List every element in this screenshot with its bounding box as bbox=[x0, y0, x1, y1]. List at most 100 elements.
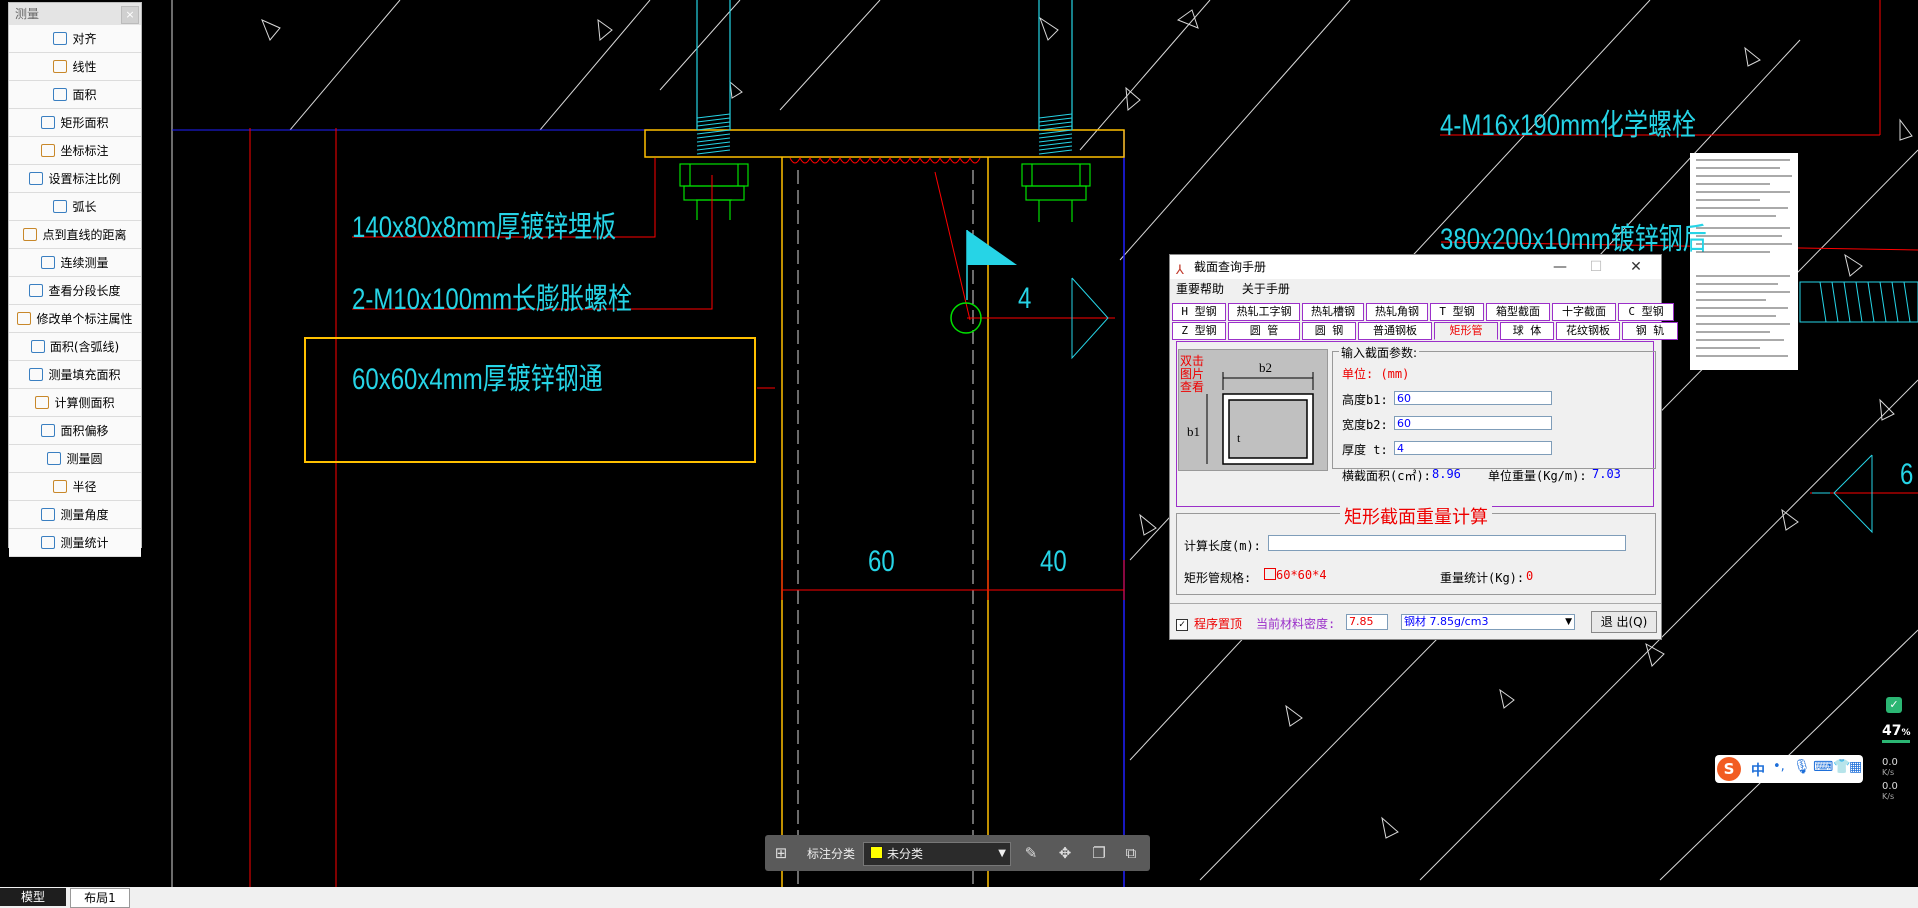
exit-button[interactable]: 退 出(Q) bbox=[1591, 611, 1657, 633]
net-bar bbox=[1882, 740, 1910, 743]
toolbox-icon[interactable]: ▦ bbox=[1849, 759, 1862, 775]
measure-item[interactable]: 测量统计 bbox=[9, 529, 141, 557]
dimension-60-label[interactable]: 60 bbox=[868, 545, 895, 579]
material-select[interactable]: 钢材 7.85g/cm3 ▼ bbox=[1401, 614, 1575, 630]
measure-item[interactable]: 测量角度 bbox=[9, 501, 141, 529]
section-tab[interactable]: T 型钢 bbox=[1430, 303, 1484, 321]
measure-item-label: 修改单个标注属性 bbox=[36, 312, 133, 326]
measure-item[interactable]: 面积偏移 bbox=[9, 417, 141, 445]
width-label: 宽度b2: bbox=[1342, 418, 1388, 432]
measure-item[interactable]: 修改单个标注属性 bbox=[9, 305, 141, 333]
measure-item-label: 半径 bbox=[72, 480, 97, 494]
sogou-logo-icon[interactable]: S bbox=[1717, 757, 1741, 781]
grid-icon[interactable]: ⊞ bbox=[771, 843, 791, 863]
angle-icon bbox=[41, 508, 56, 521]
punct-icon[interactable]: •, bbox=[1773, 759, 1785, 774]
measure-item[interactable]: 面积 bbox=[9, 81, 141, 109]
section-tab[interactable]: C 型钢 bbox=[1618, 303, 1674, 321]
spec-text: 60*60*4 bbox=[1276, 568, 1327, 582]
category-select[interactable]: 未分类 ▼ bbox=[863, 842, 1011, 866]
expansion-bolt-label[interactable]: 2-M10x100mm长膨胀螺栓 bbox=[352, 274, 632, 318]
dimension-40-label[interactable]: 40 bbox=[1040, 545, 1067, 579]
pin-label: 程序置顶 bbox=[1194, 617, 1243, 631]
measure-panel-title: 测量 bbox=[15, 7, 40, 21]
measure-item[interactable]: 测量圆 bbox=[9, 445, 141, 473]
params-title: 输入截面参数: bbox=[1339, 344, 1420, 361]
measure-item[interactable]: 线性 bbox=[9, 53, 141, 81]
checkmark-icon: ✓ bbox=[1176, 619, 1188, 631]
measure-item[interactable]: 查看分段长度 bbox=[9, 277, 141, 305]
measure-item-label: 面积 bbox=[72, 88, 97, 102]
total-label: 重量统计(Kg): bbox=[1440, 571, 1525, 585]
height-input[interactable]: 60 bbox=[1394, 391, 1552, 405]
measure-item[interactable]: 坐标标注 bbox=[9, 137, 141, 165]
measure-item[interactable]: 对齐 bbox=[9, 25, 141, 53]
measure-item[interactable]: 半径 bbox=[9, 473, 141, 501]
tab-row-2: Z 型钢圆 管圆 钢普通钢板 矩形管球 体花纹钢板钢 轨 bbox=[1172, 322, 1680, 340]
section-tab[interactable]: 圆 钢 bbox=[1302, 322, 1356, 340]
density-input[interactable]: 7.85 bbox=[1346, 614, 1388, 630]
ime-lang[interactable]: 中 bbox=[1751, 760, 1765, 780]
edit-icon[interactable]: ✎ bbox=[1021, 843, 1041, 863]
copy-icon[interactable]: ❐ bbox=[1089, 843, 1109, 863]
width-input[interactable]: 60 bbox=[1394, 416, 1552, 430]
measure-item[interactable]: 连续测量 bbox=[9, 249, 141, 277]
section-tab[interactable]: 普通钢板 bbox=[1358, 322, 1432, 340]
pin-checkbox[interactable]: ✓ bbox=[1176, 616, 1188, 631]
steel-plate-label[interactable]: 380x200x10mm镀锌钢后 bbox=[1440, 214, 1707, 258]
section-tab[interactable]: 花纹钢板 bbox=[1556, 322, 1620, 340]
move-icon[interactable]: ✥ bbox=[1055, 843, 1075, 863]
close-dialog-icon[interactable]: ✕ bbox=[1616, 255, 1656, 279]
tab-layout1[interactable]: 布局1 bbox=[70, 888, 130, 908]
category-value: 未分类 bbox=[887, 847, 924, 861]
section-tab[interactable]: 热轧工字钢 bbox=[1228, 303, 1300, 321]
measure-item[interactable]: 点到直线的距离 bbox=[9, 221, 141, 249]
paste-icon[interactable]: ⧉ bbox=[1121, 843, 1141, 863]
section-tab[interactable]: 钢 轨 bbox=[1622, 322, 1678, 340]
linear-dim-icon bbox=[53, 60, 68, 73]
cut-mark-label[interactable]: 6 bbox=[1900, 458, 1913, 492]
total-value: 0 bbox=[1526, 569, 1534, 583]
measure-item-label: 测量圆 bbox=[66, 452, 103, 466]
section-tab[interactable]: 箱型截面 bbox=[1486, 303, 1550, 321]
tab-model[interactable]: 模型 bbox=[0, 888, 66, 906]
thickness-input[interactable]: 4 bbox=[1394, 441, 1552, 455]
measure-item[interactable]: 弧长 bbox=[9, 193, 141, 221]
weld-size-label[interactable]: 4 bbox=[1018, 282, 1031, 316]
steel-tube-label[interactable]: 60x60x4mm厚镀锌钢通 bbox=[352, 354, 603, 398]
section-tab[interactable]: 热轧角钢 bbox=[1366, 303, 1428, 321]
plate-label[interactable]: 140x80x8mm厚镀锌埋板 bbox=[352, 202, 616, 246]
mic-icon[interactable]: 🎙 bbox=[1793, 759, 1811, 775]
section-tab[interactable]: 十字截面 bbox=[1552, 303, 1616, 321]
net-widget: ✓ 47% 0.0 K/s 0.0 K/s bbox=[1882, 697, 1912, 801]
measure-item[interactable]: 面积(含弧线) bbox=[9, 333, 141, 361]
section-tab[interactable]: 热轧槽钢 bbox=[1302, 303, 1364, 321]
keyboard-icon[interactable]: ⌨ bbox=[1813, 759, 1833, 775]
section-tab[interactable]: Z 型钢 bbox=[1172, 322, 1226, 340]
skin-icon[interactable]: 👕 bbox=[1833, 759, 1850, 775]
maximize-icon[interactable]: ☐ bbox=[1576, 255, 1616, 279]
density-label: 当前材料密度: bbox=[1256, 617, 1336, 631]
measure-item[interactable]: 矩形面积 bbox=[9, 109, 141, 137]
minimize-icon[interactable]: — bbox=[1540, 255, 1580, 279]
measure-item[interactable]: 测量填充面积 bbox=[9, 361, 141, 389]
measure-item[interactable]: 计算侧面积 bbox=[9, 389, 141, 417]
measure-item-label: 点到直线的距离 bbox=[42, 228, 127, 242]
length-input[interactable] bbox=[1268, 535, 1626, 551]
measure-item-label: 查看分段长度 bbox=[48, 284, 121, 298]
svg-text:b1: b1 bbox=[1187, 424, 1200, 439]
figure-hint: 双击图片查看 bbox=[1180, 354, 1205, 394]
weight-value: 7.03 bbox=[1592, 467, 1621, 481]
area-icon bbox=[53, 88, 68, 101]
section-tab[interactable]: 矩形管 bbox=[1434, 322, 1498, 340]
section-tab[interactable]: H 型钢 bbox=[1172, 303, 1226, 321]
measure-item[interactable]: 设置标注比例 bbox=[9, 165, 141, 193]
menu-about[interactable]: 关于手册 bbox=[1242, 282, 1290, 296]
section-tab[interactable]: 圆 管 bbox=[1228, 322, 1300, 340]
section-tab[interactable]: 球 体 bbox=[1500, 322, 1554, 340]
measure-item-label: 连续测量 bbox=[60, 256, 109, 270]
chem-bolt-label[interactable]: 4-M16x190mm化学螺栓 bbox=[1440, 100, 1696, 144]
menu-help[interactable]: 重要帮助 bbox=[1176, 282, 1224, 296]
close-icon[interactable]: × bbox=[121, 6, 139, 24]
height-label: 高度b1: bbox=[1342, 393, 1388, 407]
